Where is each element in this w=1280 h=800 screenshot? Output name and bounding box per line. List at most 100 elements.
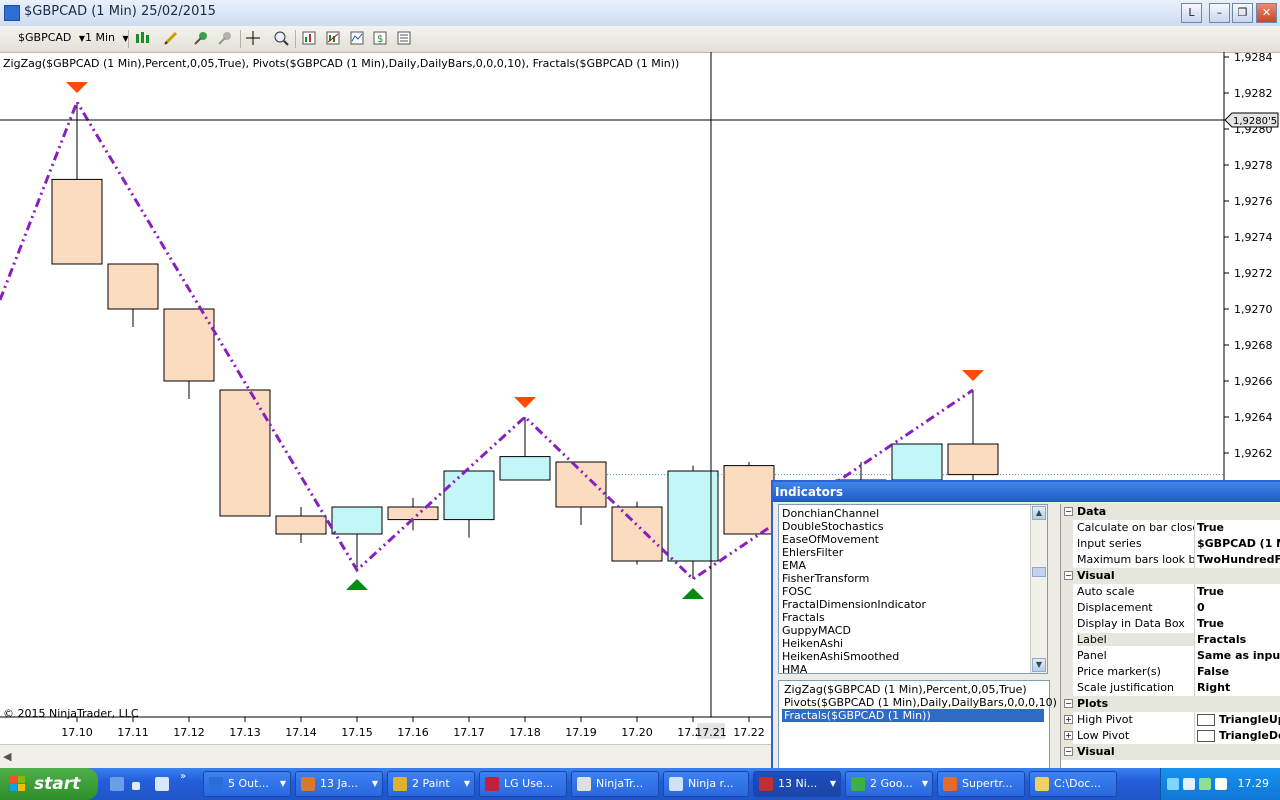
collapse-icon[interactable]: − [1064,747,1073,756]
available-indicator-item[interactable]: EhlersFilter [782,546,843,559]
pin-icon[interactable] [193,30,209,46]
property-value[interactable]: True [1197,521,1280,534]
drawing-tool-icon[interactable] [163,30,179,46]
scroll-left-icon[interactable]: ◀ [3,750,11,763]
pin-disabled-icon[interactable] [217,30,233,46]
property-row[interactable]: Scale justification Right [1061,680,1280,696]
taskbar-button[interactable]: 13 Ja... ▼ [295,771,383,797]
scroll-up-icon[interactable]: ▲ [1032,506,1046,520]
dollar-icon[interactable]: $ [372,30,388,46]
tray-icon[interactable] [1167,778,1179,790]
row-gutter [1061,536,1073,552]
available-indicator-item[interactable]: HMA [782,663,807,673]
property-row[interactable]: Price marker(s) False [1061,664,1280,680]
collapse-icon[interactable]: − [1064,571,1073,580]
property-category[interactable]: − Plots [1061,696,1280,712]
taskbar-button[interactable]: Supertr... [937,771,1025,797]
link-button[interactable]: L [1181,3,1202,23]
available-indicator-item[interactable]: DonchianChannel [782,507,879,520]
data-series-icon[interactable] [301,30,317,46]
available-indicator-item[interactable]: HeikenAshiSmoothed [782,650,899,663]
taskbar-button[interactable]: Ninja r... [663,771,749,797]
property-category[interactable]: − Visual [1061,568,1280,584]
collapse-icon[interactable]: − [1064,507,1073,516]
available-indicator-item[interactable]: EMA [782,559,806,572]
property-category[interactable]: − Visual [1061,744,1280,760]
list-scrollbar[interactable]: ▲ ▼ [1030,505,1047,673]
property-row[interactable]: Panel Same as input [1061,648,1280,664]
taskbar-button[interactable]: 13 Ni... ▼ [753,771,841,797]
indicators-icon[interactable] [325,30,341,46]
property-row[interactable]: + High Pivot TriangleUp [1061,712,1280,728]
quicklaunch-icon[interactable] [132,782,140,790]
property-value[interactable]: TriangleDo [1219,729,1280,742]
property-category[interactable]: − Data [1061,504,1280,520]
available-indicators-list[interactable]: ▲ ▼ DonchianChannel DoubleStochastics Ease… [778,504,1048,674]
close-button[interactable]: ✕ [1256,3,1277,23]
available-indicator-item[interactable]: FOSC [782,585,812,598]
property-row[interactable]: Maximum bars look backTwoHundredFif [1061,552,1280,568]
minimize-button[interactable]: – [1209,3,1230,23]
property-row[interactable]: Input series $GBPCAD (1 M [1061,536,1280,552]
indicator-properties-grid[interactable]: − Data Calculate on bar close True Input ser… [1060,504,1280,772]
property-value[interactable]: Right [1197,681,1280,694]
interval-selector[interactable]: 1 Min ▼ [85,31,129,44]
property-row[interactable]: Calculate on bar close True [1061,520,1280,536]
tray-icon[interactable] [1215,778,1227,790]
property-value[interactable]: TriangleUp [1219,713,1280,726]
available-indicator-item[interactable]: DoubleStochastics [782,520,884,533]
property-value[interactable]: TwoHundredFif [1197,553,1280,566]
expand-icon[interactable]: + [1064,715,1073,724]
taskbar-button[interactable]: 5 Out... ▼ [203,771,291,797]
scroll-down-icon[interactable]: ▼ [1032,658,1046,672]
indicators-dialog: Indicators ▲ ▼ DonchianChannel DoubleStoc… [771,480,1280,772]
properties-icon[interactable] [396,30,412,46]
crosshair-icon[interactable] [245,30,261,46]
taskbar-button[interactable]: NinjaTr... [571,771,659,797]
property-row[interactable]: Display in Data Box True [1061,616,1280,632]
quicklaunch-icon[interactable] [110,777,124,791]
bar-type-icon[interactable] [134,30,150,46]
property-value[interactable]: True [1197,617,1280,630]
price-tick-label: 1,9276 [1234,195,1273,208]
app-icon [943,777,957,791]
taskbar-button[interactable]: LG Use... [479,771,567,797]
tray-icon[interactable] [1183,778,1195,790]
property-value[interactable]: 0 [1197,601,1280,614]
applied-indicator-item[interactable]: Pivots($GBPCAD (1 Min),Daily,DailyBars,0… [782,696,1057,709]
property-value[interactable]: Fractals [1197,633,1280,646]
property-value[interactable]: False [1197,665,1280,678]
tray-icon[interactable] [1199,778,1211,790]
property-value[interactable]: Same as input [1197,649,1280,662]
scroll-thumb[interactable] [1032,567,1046,577]
maximize-button[interactable]: ❐ [1232,3,1253,23]
applied-indicator-item[interactable]: Fractals($GBPCAD (1 Min)) [782,709,1044,722]
taskbar-button[interactable]: 2 Paint ▼ [387,771,475,797]
available-indicator-item[interactable]: FisherTransform [782,572,869,585]
taskbar-button[interactable]: 2 Goo... ▼ [845,771,933,797]
zoom-icon[interactable] [273,30,289,46]
collapse-icon[interactable]: − [1064,699,1073,708]
available-indicator-item[interactable]: EaseOfMovement [782,533,879,546]
category-name: Visual [1077,569,1115,582]
property-row[interactable]: Displacement 0 [1061,600,1280,616]
available-indicator-item[interactable]: FractalDimensionIndicator [782,598,926,611]
expand-icon[interactable]: + [1064,731,1073,740]
copyright-text: © 2015 NinjaTrader, LLC [3,707,139,720]
quicklaunch-icon[interactable] [155,777,169,791]
property-value[interactable]: True [1197,585,1280,598]
strategies-icon[interactable] [349,30,365,46]
property-value[interactable]: $GBPCAD (1 M [1197,537,1280,550]
taskbar-button[interactable]: C:\Doc... [1029,771,1117,797]
instrument-selector[interactable]: $GBPCAD ▼ [18,31,85,44]
property-row[interactable]: Label Fractals [1061,632,1280,648]
property-row[interactable]: Auto scale True [1061,584,1280,600]
available-indicator-item[interactable]: GuppyMACD [782,624,851,637]
available-indicator-item[interactable]: Fractals [782,611,825,624]
applied-indicator-item[interactable]: ZigZag($GBPCAD (1 Min),Percent,0,05,True… [782,683,1044,696]
quicklaunch-more-icon[interactable]: » [180,771,186,782]
available-indicator-item[interactable]: HeikenAshi [782,637,843,650]
applied-indicators-list[interactable]: ZigZag($GBPCAD (1 Min),Percent,0,05,True… [778,680,1057,770]
property-row[interactable]: + Low Pivot TriangleDo [1061,728,1280,744]
start-button[interactable]: start [0,768,98,800]
